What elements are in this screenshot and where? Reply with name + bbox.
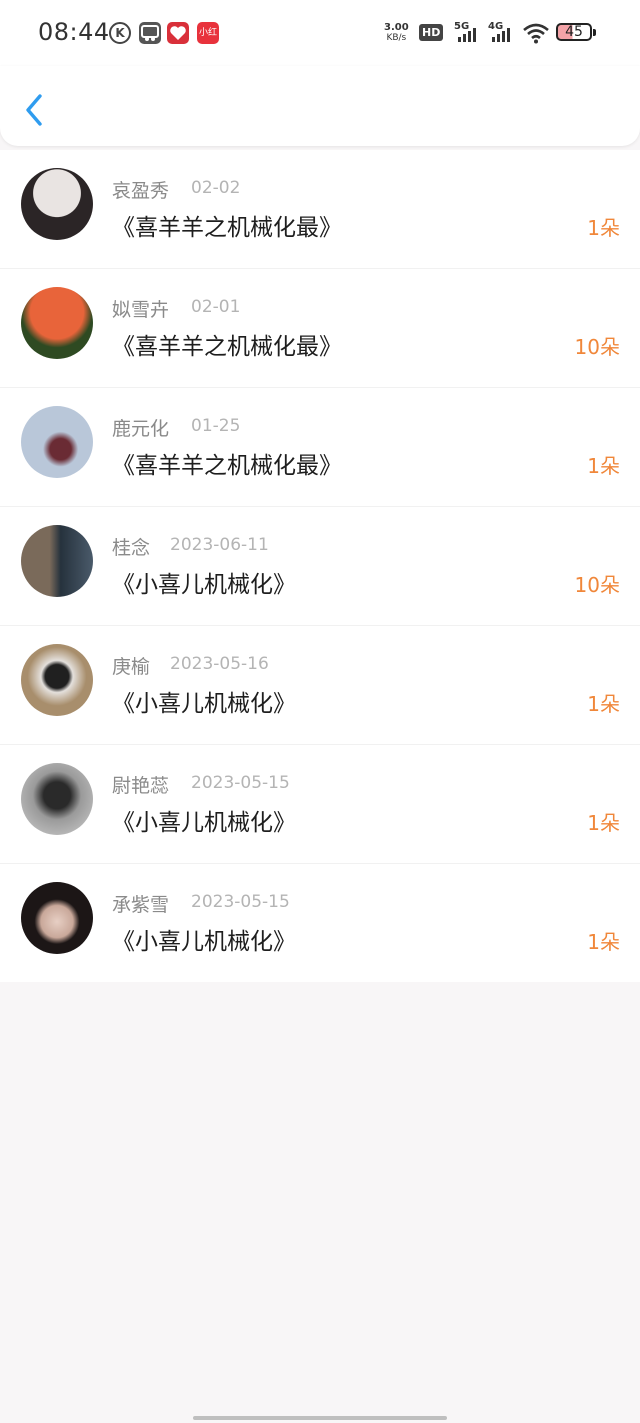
book-title: 《喜羊羊之机械化最》: [112, 453, 342, 479]
flower-count: 1朵: [587, 692, 620, 716]
avatar[interactable]: [21, 287, 93, 359]
user-name: 鹿元化: [112, 418, 170, 440]
heart-app-icon: [167, 22, 189, 44]
book-title: 《喜羊羊之机械化最》: [112, 215, 342, 241]
flower-count: 1朵: [587, 811, 620, 835]
battery-icon: 45: [556, 23, 592, 41]
list-item[interactable]: 鹿元化 01-25 《喜羊羊之机械化最》 1朵: [0, 388, 640, 507]
home-indicator[interactable]: [193, 1416, 447, 1420]
user-name: 姒雪卉: [112, 299, 170, 321]
flower-count: 1朵: [587, 454, 620, 478]
back-button[interactable]: [18, 90, 52, 130]
flower-count: 1朵: [587, 216, 620, 240]
record-date: 02-02: [191, 178, 241, 198]
avatar[interactable]: [21, 882, 93, 954]
avatar[interactable]: [21, 525, 93, 597]
status-bar: 08:44 K 小红书 3.00 KB/s HD 5G 4G 45: [0, 0, 640, 70]
k-app-icon: K: [109, 22, 131, 44]
top-header: [0, 66, 640, 146]
book-title: 《小喜儿机械化》: [112, 929, 296, 955]
sim2-signal-icon: [492, 26, 510, 42]
hd-badge: HD: [419, 24, 444, 41]
record-date: 01-25: [191, 416, 241, 436]
status-time: 08:44: [38, 18, 110, 46]
record-date: 2023-06-11: [170, 535, 269, 555]
avatar[interactable]: [21, 763, 93, 835]
network-speed: 3.00 KB/s: [384, 22, 409, 44]
battery-tip: [593, 29, 596, 36]
user-name: 哀盈秀: [112, 180, 170, 202]
flower-count: 10朵: [574, 335, 620, 359]
chevron-left-icon[interactable]: [18, 90, 52, 130]
book-title: 《喜羊羊之机械化最》: [112, 334, 342, 360]
wifi-icon: [523, 23, 549, 44]
network-speed-unit: KB/s: [386, 33, 407, 43]
record-date: 2023-05-15: [191, 773, 290, 793]
flower-count: 10朵: [574, 573, 620, 597]
sim1-signal-icon: [458, 26, 476, 42]
list-item[interactable]: 桂念 2023-06-11 《小喜儿机械化》 10朵: [0, 507, 640, 626]
list-item[interactable]: 哀盈秀 02-02 《喜羊羊之机械化最》 1朵: [0, 150, 640, 269]
list-item[interactable]: 承紫雪 2023-05-15 《小喜儿机械化》 1朵: [0, 864, 640, 982]
record-date: 2023-05-15: [191, 892, 290, 912]
avatar[interactable]: [21, 406, 93, 478]
avatar[interactable]: [21, 168, 93, 240]
list-item[interactable]: 庚榆 2023-05-16 《小喜儿机械化》 1朵: [0, 626, 640, 745]
xiaohongshu-app-icon: 小红书: [197, 22, 219, 44]
network-speed-value: 3.00: [384, 22, 409, 33]
user-name: 尉艳蕊: [112, 775, 170, 797]
avatar[interactable]: [21, 644, 93, 716]
record-date: 2023-05-16: [170, 654, 269, 674]
record-date: 02-01: [191, 297, 241, 317]
scissors-app-icon: [139, 22, 161, 44]
user-name: 桂念: [112, 537, 151, 559]
flower-count: 1朵: [587, 930, 620, 954]
gift-record-list: 哀盈秀 02-02 《喜羊羊之机械化最》 1朵 姒雪卉 02-01 《喜羊羊之机…: [0, 150, 640, 982]
user-name: 庚榆: [112, 656, 151, 678]
book-title: 《小喜儿机械化》: [112, 810, 296, 836]
user-name: 承紫雪: [112, 894, 170, 916]
list-item[interactable]: 尉艳蕊 2023-05-15 《小喜儿机械化》 1朵: [0, 745, 640, 864]
book-title: 《小喜儿机械化》: [112, 572, 296, 598]
list-item[interactable]: 姒雪卉 02-01 《喜羊羊之机械化最》 10朵: [0, 269, 640, 388]
book-title: 《小喜儿机械化》: [112, 691, 296, 717]
